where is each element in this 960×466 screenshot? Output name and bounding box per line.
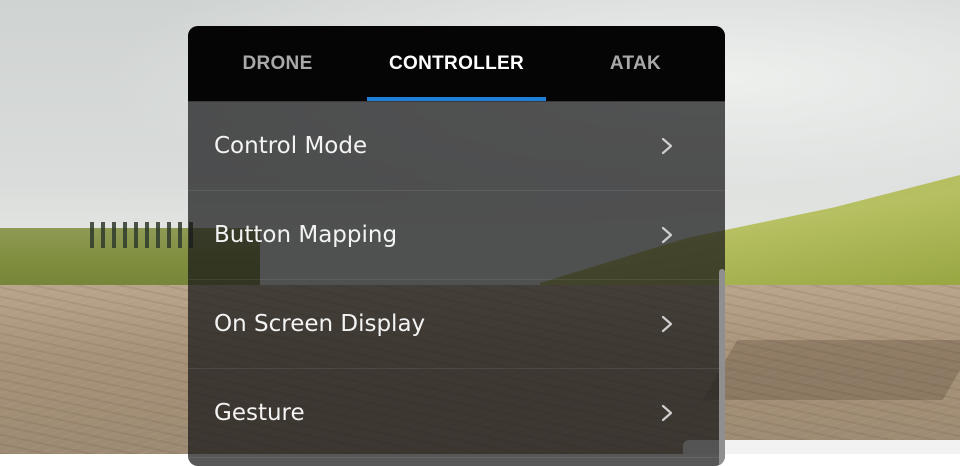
menu-item-on-screen-display[interactable]: On Screen Display [188, 280, 725, 369]
tree-line [90, 222, 200, 248]
tab-bar: DRONE CONTROLLER ATAK [188, 26, 725, 102]
menu-item-label: Control Mode [214, 133, 368, 159]
scrollbar[interactable] [719, 269, 725, 466]
ground-rut [702, 340, 960, 400]
active-tab-indicator [367, 97, 546, 101]
controller-settings-menu: Control Mode Button Mapping On Screen Di… [188, 102, 725, 458]
menu-item-control-mode[interactable]: Control Mode [188, 102, 725, 191]
menu-item-label: Button Mapping [214, 222, 398, 248]
chevron-right-icon [659, 369, 675, 457]
chevron-right-icon [659, 102, 675, 190]
tab-drone[interactable]: DRONE [188, 26, 367, 101]
chevron-right-icon [659, 191, 675, 279]
menu-item-label: On Screen Display [214, 311, 426, 337]
tab-controller[interactable]: CONTROLLER [367, 26, 546, 101]
settings-panel: DRONE CONTROLLER ATAK Control Mode Butto… [188, 26, 725, 466]
menu-item-label: Gesture [214, 400, 305, 426]
menu-item-button-mapping[interactable]: Button Mapping [188, 191, 725, 280]
chevron-right-icon [659, 280, 675, 368]
menu-item-gesture[interactable]: Gesture [188, 369, 725, 458]
tab-atak[interactable]: ATAK [546, 26, 725, 101]
